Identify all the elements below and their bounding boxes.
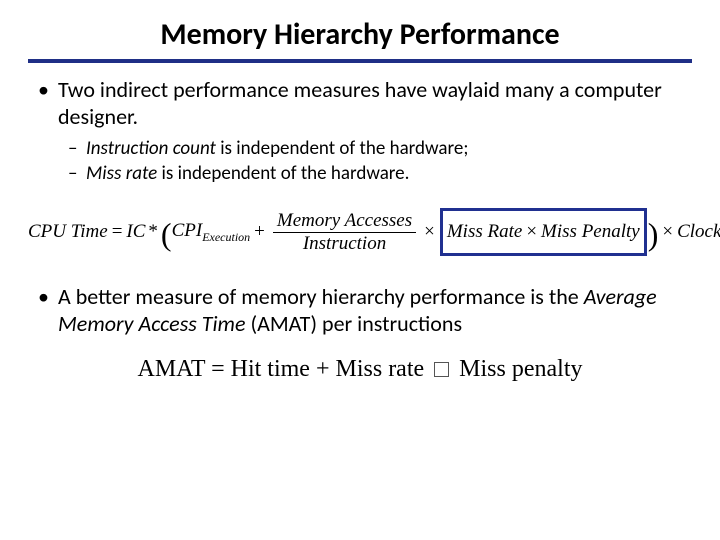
f-miss-rate: Miss Rate [447, 221, 522, 243]
bullet-list: Two indirect performance measures have w… [28, 77, 692, 186]
bullet-1-sub-1-em: Instruction count [86, 137, 216, 160]
bullet-1-sub-2: Miss rate is independent of the hardware… [28, 162, 692, 186]
times-op-3: × [662, 221, 673, 243]
amat-plus: + [316, 356, 336, 382]
bullet-1-sub-2-rest: is independent of the hardware. [157, 162, 409, 185]
bullet-1-sub-2-em: Miss rate [86, 162, 157, 185]
amat-lhs: AMAT [138, 356, 206, 382]
times-op-2: × [526, 221, 537, 243]
title-underline [28, 59, 692, 63]
bullet-2: A better measure of memory hierarchy per… [28, 284, 692, 338]
mem-access-fraction: Memory Accesses Instruction [273, 211, 416, 254]
amat-a: Hit time [231, 356, 310, 382]
amat-eq: = [211, 356, 231, 382]
highlighted-box: Miss Rate × Miss Penalty [440, 208, 647, 256]
frac-den: Instruction [299, 233, 390, 254]
frac-num: Memory Accesses [273, 211, 416, 233]
formula-row: CPU Time = IC * ( CPIExecution + Memory … [28, 208, 692, 256]
f-lhs: CPU Time [28, 221, 108, 243]
f-cpi-base: CPI [172, 220, 203, 241]
bullet-1-sub-1: Instruction count is independent of the … [28, 137, 692, 161]
cpu-time-formula: CPU Time = IC * ( CPIExecution + Memory … [28, 208, 692, 256]
amat-b: Miss rate [336, 356, 425, 382]
bullet-1-sub-1-rest: is independent of the hardware; [216, 137, 469, 160]
amat-row: AMAT = Hit time + Miss rate Miss penalty [138, 356, 583, 382]
f-cpi-sub: Execution [202, 230, 250, 244]
amat-c: Miss penalty [459, 356, 582, 382]
bullet-2-rest: (AMAT) per instructions [245, 310, 462, 337]
f-cct: Clock Cycle Time [677, 221, 720, 243]
star-op: * [148, 221, 158, 243]
times-op-1: × [424, 221, 435, 243]
missing-glyph-icon [434, 362, 449, 377]
f-cpi: CPIExecution [172, 220, 251, 245]
bullet-1-text: Two indirect performance measures have w… [58, 76, 662, 130]
f-ic: IC [126, 221, 145, 243]
slide-title: Memory Hierarchy Performance [28, 16, 692, 53]
bullet-list-2: A better measure of memory hierarchy per… [28, 284, 692, 338]
bullet-1: Two indirect performance measures have w… [28, 77, 692, 131]
amat-formula: AMAT = Hit time + Miss rate Miss penalty [28, 356, 692, 383]
equals-sign: = [112, 221, 123, 243]
f-miss-penalty: Miss Penalty [541, 221, 640, 243]
bullet-2-lead: A better measure of memory hierarchy per… [58, 283, 584, 310]
slide-content: Memory Hierarchy Performance Two indirec… [0, 0, 720, 540]
plus-sign: + [254, 221, 265, 243]
